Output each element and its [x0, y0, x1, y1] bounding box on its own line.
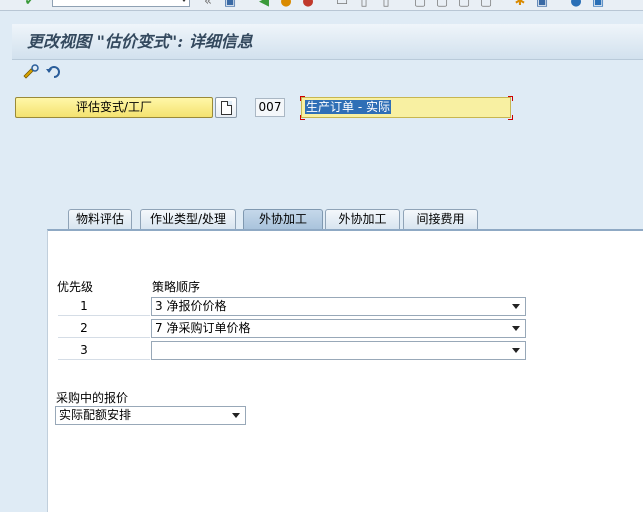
field-marker: [508, 115, 513, 120]
next-page-icon[interactable]: ▢: [456, 0, 472, 9]
strategy-select-1[interactable]: 3 净报价价格: [151, 297, 526, 316]
purchasing-quote-select[interactable]: 实际配额安排: [55, 406, 246, 425]
tab-material-valuation[interactable]: 物料评估: [68, 209, 132, 229]
tab-subcontracting-active[interactable]: 外协加工: [243, 209, 323, 230]
row-divider: [58, 359, 150, 360]
shortcut-icon[interactable]: ▣: [534, 0, 550, 9]
back-icon[interactable]: ◀: [256, 0, 272, 9]
tab-overhead[interactable]: 间接费用: [403, 209, 478, 229]
priority-3: 3: [80, 343, 88, 357]
tab-strip: 物料评估 作业类型/处理 外协加工 外协加工 间接费用: [60, 209, 480, 230]
tab-activity-type[interactable]: 作业类型/处理: [140, 209, 236, 229]
application-toolbar: [12, 60, 643, 86]
priority-header: 优先级: [57, 280, 94, 294]
field-marker: [508, 96, 513, 101]
first-page-icon[interactable]: ▢: [412, 0, 428, 9]
priority-1: 1: [80, 299, 88, 313]
tab-label: 外协加工: [338, 212, 387, 226]
find-next-icon[interactable]: ▯: [378, 0, 394, 9]
chevron-down-icon: [181, 0, 187, 2]
print-icon[interactable]: ▭: [334, 0, 350, 9]
layout-menu-icon[interactable]: ▣: [590, 0, 606, 9]
field-marker: [300, 115, 305, 120]
document-button[interactable]: [215, 97, 237, 118]
last-page-icon[interactable]: ▢: [478, 0, 494, 9]
field-marker: [300, 96, 305, 101]
enter-icon[interactable]: ✔: [22, 0, 38, 9]
dropdown-arrow-icon: [512, 304, 520, 309]
tab-label: 作业类型/处理: [149, 212, 227, 226]
strategy-sequence-header: 策略顺序: [152, 280, 201, 294]
valuation-variant-plant-button[interactable]: 评估变式/工厂: [15, 97, 213, 118]
undo-icon[interactable]: [45, 63, 63, 81]
variant-description-input[interactable]: 生产订单 - 实际: [301, 97, 511, 118]
prev-page-icon[interactable]: ▢: [434, 0, 450, 9]
row-divider: [58, 315, 150, 316]
command-field[interactable]: [52, 0, 190, 7]
tab-label: 物料评估: [75, 212, 124, 226]
dropdown-arrow-icon: [512, 348, 520, 353]
save-icon[interactable]: ▣: [222, 0, 238, 9]
purchasing-quote-label: 采购中的报价: [56, 391, 129, 405]
dropdown-arrow-icon: [512, 326, 520, 331]
tab-panel: [47, 229, 643, 512]
cancel-icon[interactable]: ●: [300, 0, 316, 9]
double-chevron-left-icon[interactable]: «: [200, 0, 216, 9]
row-divider: [58, 337, 150, 338]
tab-label: 间接费用: [416, 212, 465, 226]
display-change-icon[interactable]: [22, 63, 40, 81]
strategy-select-2[interactable]: 7 净采购订单价格: [151, 319, 526, 338]
priority-2: 2: [80, 321, 88, 335]
strategy-value: 3 净报价价格: [155, 299, 227, 313]
help-icon[interactable]: ●: [568, 0, 584, 9]
variant-code-field: 007: [255, 98, 285, 117]
strategy-select-3[interactable]: [151, 341, 526, 360]
page-title: 更改视图 "估价变式": 详细信息: [27, 32, 253, 51]
document-icon: [221, 101, 232, 115]
find-icon[interactable]: ▯: [356, 0, 372, 9]
system-toolbar: ✔ « ▣ ◀ ● ● ▭ ▯ ▯ ▢ ▢ ▢ ▢ ✱ ▣ ● ▣: [0, 0, 643, 11]
dropdown-arrow-icon: [232, 413, 240, 418]
purchasing-quote-value: 实际配额安排: [59, 408, 132, 422]
exit-icon[interactable]: ●: [278, 0, 294, 9]
strategy-value: 7 净采购订单价格: [155, 321, 251, 335]
variant-description-text: 生产订单 - 实际: [305, 100, 391, 114]
title-bar: 更改视图 "估价变式": 详细信息: [12, 24, 643, 60]
tab-subcontracting[interactable]: 外协加工: [325, 209, 400, 229]
new-session-icon[interactable]: ✱: [512, 0, 528, 9]
tab-label: 外协加工: [258, 212, 307, 226]
